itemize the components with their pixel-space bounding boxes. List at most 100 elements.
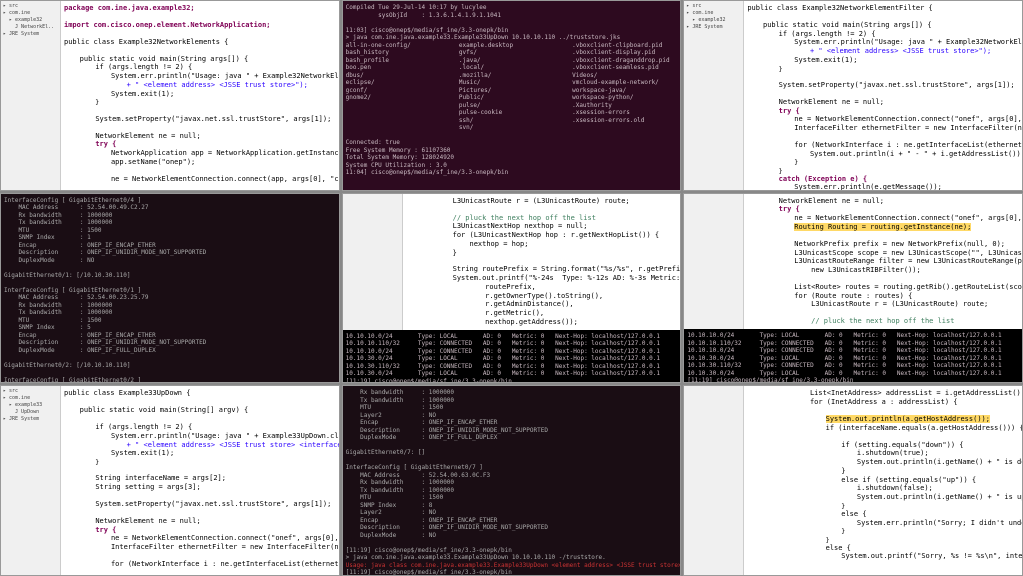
code-exit: System.exit(1);: [111, 449, 174, 457]
code-class: public class Example32NetworkElementFilt…: [747, 4, 932, 12]
code-assign-hop: nexthop = hop;: [453, 240, 529, 248]
code-ne-conn: ne = NetworkElementConnection.connect("o…: [794, 115, 1022, 123]
code-editor-3[interactable]: public class Example32NetworkElementFilt…: [744, 1, 1022, 190]
info-cpu: System CPU Utilization : 3.0: [346, 162, 678, 170]
project-tree-7[interactable]: ▸ src▸ com.ine ▸ example33 J UpDown▸ JRE…: [1, 386, 61, 575]
ls-output: all-in-one-config/bash_historybash_profi…: [346, 42, 678, 132]
code-if: if (args.length != 2) {: [779, 30, 876, 38]
iface-ip: GigabitEthernet0/7: []: [346, 449, 678, 457]
code-arg2: r.getOwnerType().toString(),: [468, 292, 603, 300]
project-tree-5[interactable]: [343, 194, 403, 330]
terminal-output[interactable]: Compiled Tue 29-Jul-14 10:17 by lucylee …: [343, 1, 681, 190]
code-catch: catch (Exception e) {: [779, 175, 868, 183]
code-filter: InterfaceFilter ethernetFilter = new Int…: [794, 124, 1022, 132]
code-for1: for (NetworkInterface i : ne.getInterfac…: [111, 560, 339, 568]
tile-5-split: L3UnicastRoute r = (L3UnicastRoute) rout…: [342, 193, 682, 384]
code-exit: System.exit(1);: [111, 90, 174, 98]
interface-config-output-8[interactable]: Rx bandwidth : 1000000 Tx bandwidth : 10…: [343, 386, 681, 575]
tile-7-ide: ▸ src▸ com.ine ▸ example33 J UpDown▸ JRE…: [0, 385, 340, 576]
cmd-8: > java com.ine.java.example33.Example33U…: [346, 554, 678, 562]
code-try: try {: [779, 205, 800, 213]
code-editor-9[interactable]: List<InetAddress> addressList = i.getAdd…: [744, 386, 1022, 575]
code-range2: new L3UnicastRIBFilter());: [794, 266, 920, 274]
code-arg4: r.getMetric(),: [468, 309, 544, 317]
sysobjid: sysObjId : 1.3.6.1.4.1.9.1.1041: [346, 12, 678, 20]
prompt-5: [11:19] cisco@onep$/media/sf_ine/3.3-one…: [346, 378, 678, 383]
tile-9-ide: List<InetAddress> addressList = i.getAdd…: [683, 385, 1023, 576]
tile-8-terminal: Rx bandwidth : 1000000 Tx bandwidth : 10…: [342, 385, 682, 576]
code-for-hop: for (L3UnicastNextHop hop : r.getNextHop…: [453, 231, 660, 239]
code-exit: System.exit(1);: [794, 56, 857, 64]
code-arg5: nexthop.getAddress());: [468, 318, 578, 326]
code-class: public class Example32NetworkElements {: [64, 38, 228, 46]
code-ne-null: NetworkElement ne = null;: [779, 98, 884, 106]
iface-ip-2: GigabitEthernet0/2: [/10.10.10.110]: [4, 362, 336, 370]
code-printf: System.out.printf("%-24s Type: %-12s AD:…: [453, 274, 681, 282]
code-arg3: r.getAdminDistance(),: [468, 300, 573, 308]
code-for: for (NetworkInterface i : ne.getInterfac…: [794, 141, 1022, 149]
code-editor[interactable]: package com.ine.java.example32; import c…: [61, 1, 339, 190]
tile-1-ide: ▸ src▸ com.ine ▸ example32 J NetworkEl..…: [0, 0, 340, 191]
info-connected: Connected: true: [346, 139, 678, 147]
code-setprop: System.setProperty("javax.net.ssl.trustS…: [95, 500, 331, 508]
compile-line: Compiled Tue 29-Jul-14 10:17 by lucylee: [346, 4, 678, 12]
code-ne-conn: ne = NetworkElementConnection.connect(ap…: [111, 175, 339, 183]
code-editor-7[interactable]: public class Example33UpDown { public st…: [61, 386, 339, 575]
code-nexthop-null: L3UnicastNextHop nexthop = null;: [453, 222, 588, 230]
usage-error: Usage: java class com.ine.java.example33…: [346, 562, 678, 570]
code-brace: }: [841, 467, 845, 475]
code-if-eq: if (interfaceName.equals(a.getHostAddres…: [826, 424, 1022, 432]
info-totalmem: Total System Memory: 128024920: [346, 154, 678, 162]
code-package: package com.ine.java.example32;: [64, 4, 195, 12]
code-app-name: app.setName("onep");: [111, 158, 195, 166]
code-brace: }: [453, 249, 457, 257]
code-try: try {: [779, 107, 800, 115]
code-class: public class Example33UpDown {: [64, 389, 190, 397]
code-err1: System.err.println("Usage: java " + Exam…: [111, 432, 339, 440]
iface-hdr: InterfaceConfig [ GigabitEthernet0/7 ]: [346, 464, 678, 472]
code-prefix: NetworkPrefix prefix = new NetworkPrefix…: [794, 240, 1005, 248]
code-format: String routePrefix = String.format("%s/%…: [453, 265, 681, 273]
code-err2: + " <element address> <JSSE trust store>…: [810, 47, 991, 55]
code-setting: String setting = args[3];: [95, 483, 200, 491]
route-output-6[interactable]: 10.10.10.0/24 Type: LOCAL AD: 0 Metric: …: [684, 329, 1022, 382]
code-comment: // pluck the next hop off the list: [794, 317, 954, 325]
code-for: for (InetAddress a : addressList) {: [810, 398, 958, 406]
code-ne-conn: ne = NetworkElementConnection.connect("o…: [111, 534, 339, 542]
code-scope: L3UnicastScope scope = new L3UnicastScop…: [794, 249, 1022, 257]
code-if: if (args.length != 2) {: [95, 423, 192, 431]
code-main: public static void main(String args[]) {: [80, 55, 249, 63]
project-tree-3[interactable]: ▸ src▸ com.ine ▸ example32▸ JRE System: [684, 1, 744, 190]
code-editor-5[interactable]: L3UnicastRoute r = (L3UnicastRoute) rout…: [403, 194, 681, 330]
code-arg1: routePrefix,: [468, 283, 535, 291]
code-printf-sorry: System.out.printf("Sorry, %s != %s\n", i…: [841, 552, 1022, 560]
code-addrlist: List<InetAddress> addressList = i.getAdd…: [810, 389, 1022, 397]
tile-2-terminal: Compiled Tue 29-Jul-14 10:17 by lucylee …: [342, 0, 682, 191]
code-shutdown-true: i.shutdown(true);: [857, 449, 929, 457]
tile-4-terminal: InterfaceConfig [ GigabitEthernet0/4 ] M…: [0, 193, 340, 384]
code-highlighted: System.out.println(a.getHostAddress());: [826, 415, 990, 423]
code-editor-6[interactable]: NetworkElement ne = null; try { ne = Net…: [744, 194, 1022, 329]
code-routes: List<Route> routes = routing.getRib().ge…: [794, 283, 1022, 291]
code-elseif-up: else if (setting.equals("up")) {: [841, 476, 976, 484]
project-tree[interactable]: ▸ src▸ com.ine ▸ example32 J NetworkEl..…: [1, 1, 61, 190]
prompt-2: 11:04] cisco@onep$/media/sf_ine/3.3-onep…: [346, 169, 678, 177]
code-ifacename: String interfaceName = args[2];: [95, 474, 226, 482]
code-filter: InterfaceFilter ethernetFilter = new Int…: [111, 543, 339, 551]
code-ne-null: NetworkElement ne = null;: [95, 517, 200, 525]
code-import: import com.cisco.onep.element.NetworkApp…: [64, 21, 271, 29]
code-ne-conn: ne = NetworkElementConnection.connect("o…: [794, 214, 1022, 222]
code-main: public static void main(String[] argv) {: [80, 406, 249, 414]
interface-config-output[interactable]: InterfaceConfig [ GigabitEthernet0/4 ] M…: [1, 194, 339, 383]
code-routing-highlighted: Routing Routing = routing.getInstance(ne…: [794, 223, 971, 231]
code-range: L3UnicastRouteRange filter = new L3Unica…: [794, 257, 1022, 265]
code-else2: else {: [826, 544, 851, 552]
code-cast: L3UnicastRoute r = (L3UnicastRoute) rout…: [794, 300, 988, 308]
code-out-down: System.out.println(i.getName() + " is do…: [857, 458, 1022, 466]
code-err1: System.err.println("Usage: java " + Exam…: [111, 72, 339, 80]
project-tree-6[interactable]: [684, 194, 744, 329]
iface-ip-1: GigabitEthernet0/1: [/10.10.30.110]: [4, 272, 336, 280]
code-try: try {: [95, 140, 116, 148]
project-tree-9[interactable]: [684, 386, 744, 575]
route-output[interactable]: 10.10.10.0/24 Type: LOCAL AD: 0 Metric: …: [343, 330, 681, 383]
